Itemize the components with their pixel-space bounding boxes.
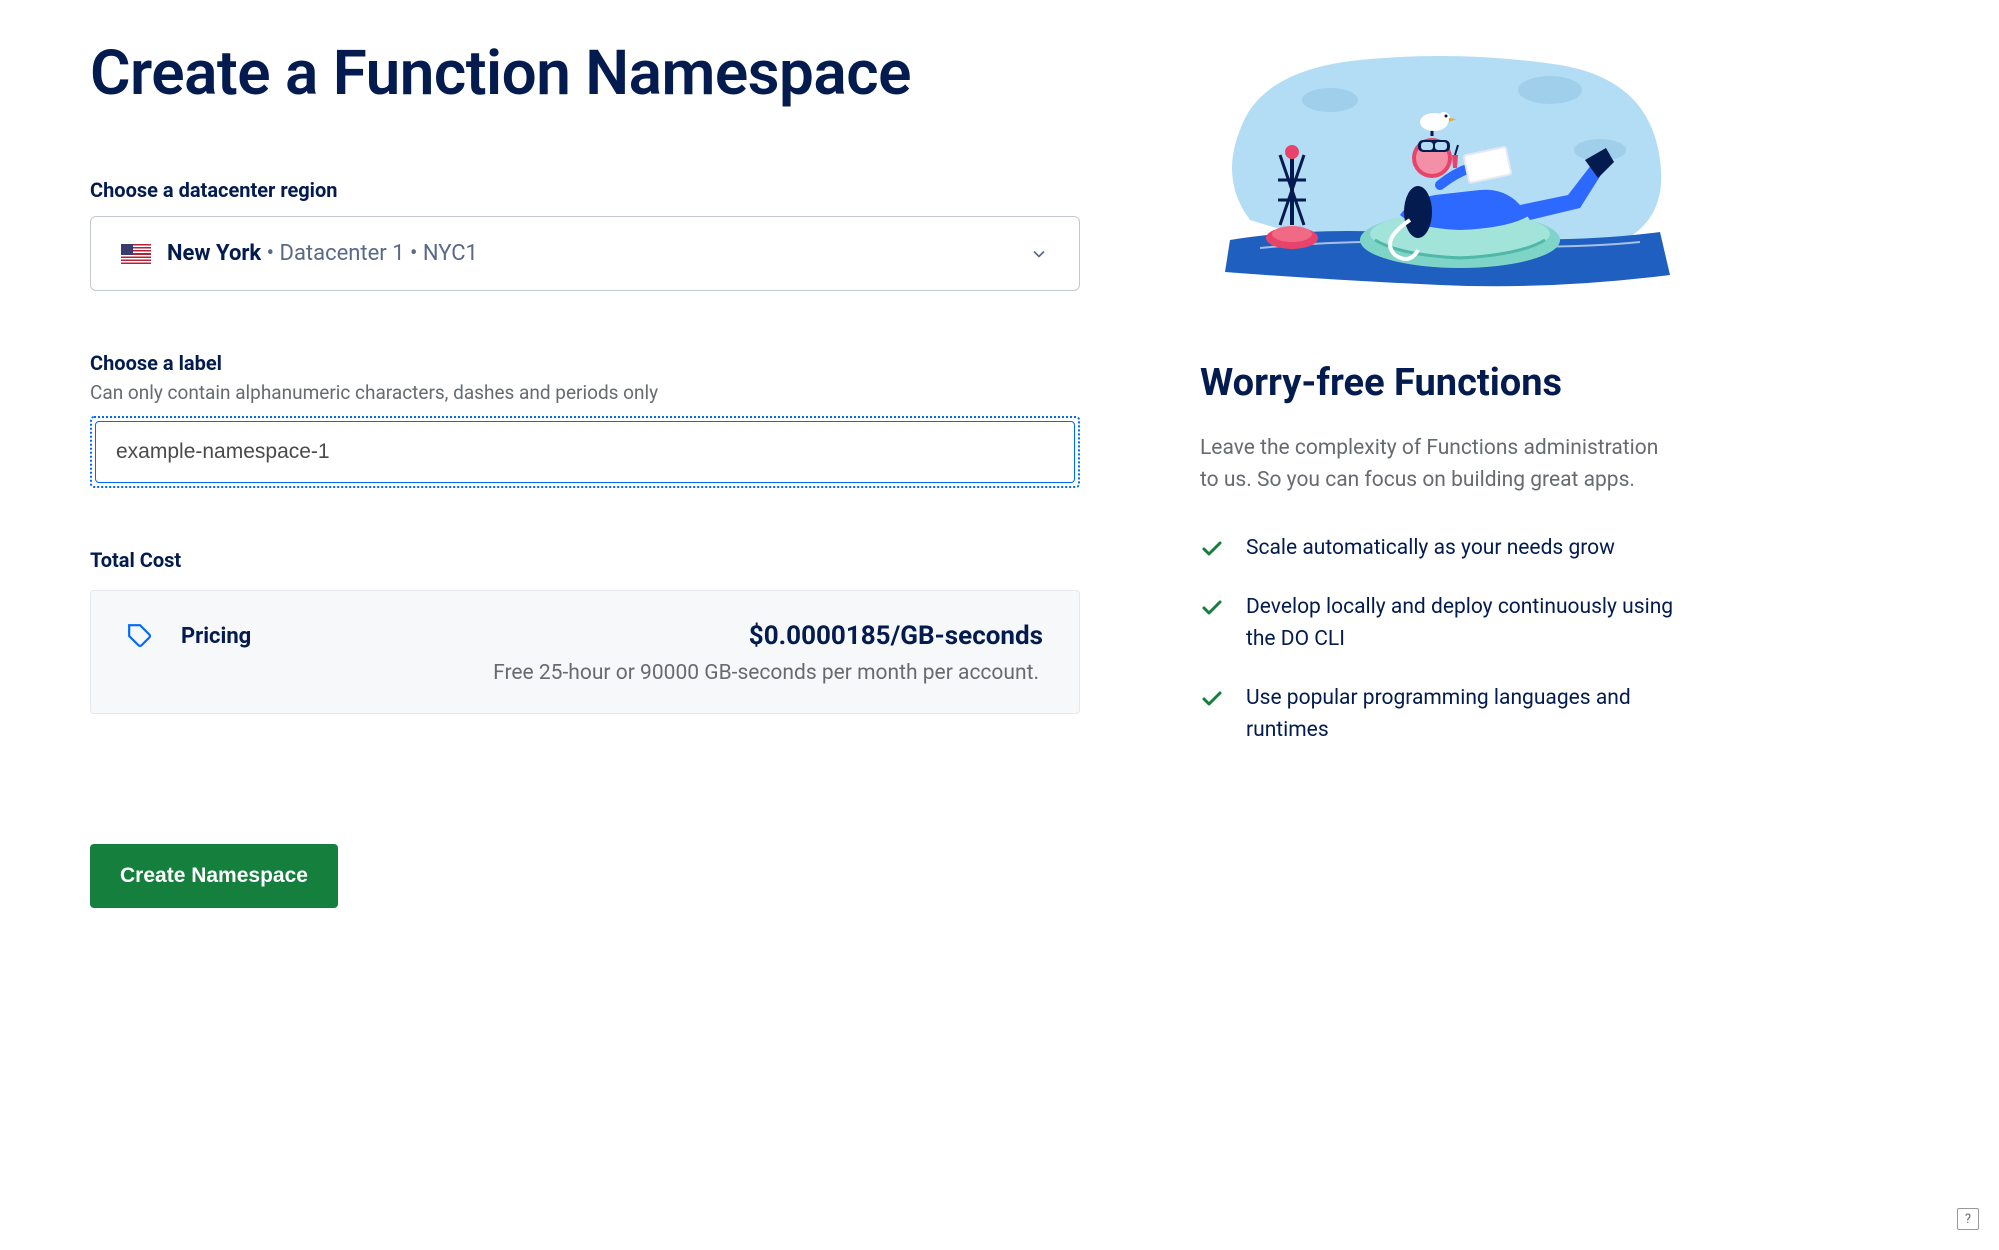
region-selected-text: New York • Datacenter 1 • NYC1 <box>167 241 478 266</box>
sidebar-title: Worry-free Functions <box>1200 360 1680 408</box>
chevron-down-icon <box>1029 244 1049 264</box>
check-icon <box>1200 687 1224 711</box>
help-badge[interactable]: ? <box>1957 1208 1979 1230</box>
cost-label: Total Cost <box>90 548 1080 572</box>
pricing-row: Pricing $0.0000185/GB-seconds <box>127 621 1043 651</box>
region-dropdown[interactable]: New York • Datacenter 1 • NYC1 <box>90 216 1080 291</box>
page-title: Create a Function Namespace <box>90 40 1080 108</box>
benefit-text: Use popular programming languages and ru… <box>1246 683 1680 746</box>
pricing-tag-icon <box>127 623 153 649</box>
benefit-item: Develop locally and deploy continuously … <box>1200 592 1680 655</box>
region-detail: • Datacenter 1 • NYC1 <box>261 241 478 266</box>
cost-section: Total Cost Pricing $0.0000185/GB-seconds… <box>90 548 1080 714</box>
benefit-text: Scale automatically as your needs grow <box>1246 533 1615 565</box>
pricing-value: $0.0000185/GB-seconds <box>749 621 1043 651</box>
region-city: New York <box>167 241 261 266</box>
label-field-hint: Can only contain alphanumeric characters… <box>90 381 1080 404</box>
pricing-left: Pricing <box>127 623 251 649</box>
pricing-label-text: Pricing <box>181 624 251 649</box>
pricing-note: Free 25-hour or 90000 GB-seconds per mon… <box>127 661 1043 685</box>
label-field-label: Choose a label <box>90 351 1080 375</box>
hero-illustration <box>1200 40 1680 300</box>
check-icon <box>1200 596 1224 620</box>
region-section: Choose a datacenter region New York • Da… <box>90 178 1080 291</box>
benefit-item: Use popular programming languages and ru… <box>1200 683 1680 746</box>
label-input[interactable] <box>95 421 1075 483</box>
pricing-card: Pricing $0.0000185/GB-seconds Free 25-ho… <box>90 590 1080 714</box>
benefit-list: Scale automatically as your needs grow D… <box>1200 533 1680 747</box>
benefit-text: Develop locally and deploy continuously … <box>1246 592 1680 655</box>
create-namespace-button[interactable]: Create Namespace <box>90 844 338 908</box>
region-label: Choose a datacenter region <box>90 178 1080 202</box>
check-icon <box>1200 537 1224 561</box>
region-dropdown-content: New York • Datacenter 1 • NYC1 <box>121 241 478 266</box>
sidebar-description: Leave the complexity of Functions admini… <box>1200 432 1680 497</box>
us-flag-icon <box>121 244 151 264</box>
benefit-item: Scale automatically as your needs grow <box>1200 533 1680 565</box>
label-section: Choose a label Can only contain alphanum… <box>90 351 1080 488</box>
label-input-focus-ring <box>90 416 1080 488</box>
